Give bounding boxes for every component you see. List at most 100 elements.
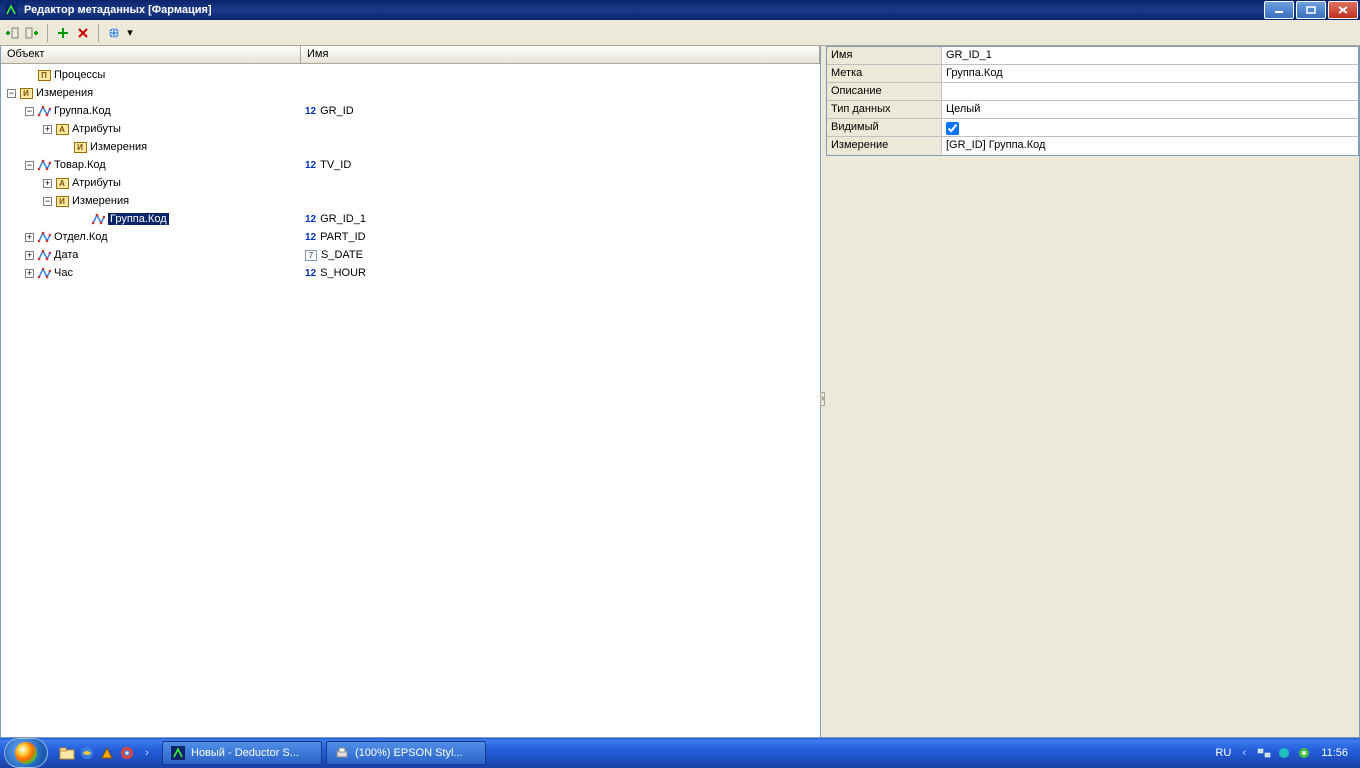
tree-node-label: Атрибуты: [72, 123, 121, 135]
clock[interactable]: 11:56: [1317, 747, 1352, 759]
expand-icon[interactable]: +: [25, 251, 34, 260]
tree-node-label: Час: [54, 267, 73, 279]
prop-val[interactable]: Целый: [942, 101, 1358, 118]
taskbar-task-deductor[interactable]: Новый - Deductor S...: [162, 741, 322, 765]
tree-node-name: S_HOUR: [320, 267, 366, 279]
language-indicator[interactable]: RU: [1215, 747, 1231, 759]
tree-row[interactable]: − Товар.Код 12 TV_ID: [1, 156, 820, 174]
node-icon: [37, 231, 51, 243]
tree-node-label: Измерения: [90, 141, 147, 153]
titlebar: Редактор метаданных [Фармация]: [0, 0, 1360, 20]
app-icon: [4, 3, 18, 17]
tray-expand-icon[interactable]: ‹: [1237, 746, 1251, 760]
prop-key: Видимый: [827, 119, 942, 136]
prop-val[interactable]: [942, 65, 1358, 82]
start-button[interactable]: [4, 738, 48, 768]
splitter[interactable]: [821, 46, 826, 737]
date-type-icon: 7: [305, 250, 317, 261]
tree-row[interactable]: − Группа.Код 12 GR_ID: [1, 102, 820, 120]
triangle-icon[interactable]: [98, 744, 116, 762]
integer-type-icon: 12: [305, 268, 316, 279]
taskbar-task-label: Новый - Deductor S...: [191, 747, 299, 759]
tree-view[interactable]: ППроцессы−ИИзмерения−Группа.Код12GR_ID+А…: [1, 64, 820, 737]
node-icon: А: [55, 177, 69, 189]
tray-app2-icon[interactable]: [1297, 746, 1311, 760]
windows-orb-icon: [15, 742, 37, 764]
prop-visible-checkbox[interactable]: [946, 122, 959, 135]
tree-node-name: GR_ID: [320, 105, 354, 117]
expander-placeholder: [25, 71, 34, 80]
tree-row[interactable]: +Дата7S_DATE: [1, 246, 820, 264]
collapse-icon[interactable]: −: [7, 89, 16, 98]
taskbar-task-label: (100%) EPSON Styl...: [355, 747, 463, 759]
delete-icon[interactable]: [75, 25, 91, 41]
node-icon: И: [19, 87, 33, 99]
close-button[interactable]: [1328, 1, 1358, 19]
integer-type-icon: 12: [305, 106, 316, 117]
tree-node-label: Товар.Код: [54, 159, 106, 171]
tree-row[interactable]: ППроцессы: [1, 66, 820, 84]
tree-node-name: PART_ID: [320, 231, 365, 243]
minimize-button[interactable]: [1264, 1, 1294, 19]
tray-app-icon[interactable]: [1277, 746, 1291, 760]
window-title: Редактор метаданных [Фармация]: [22, 4, 1262, 16]
expand-icon[interactable]: +: [43, 179, 52, 188]
tree-row[interactable]: +ААтрибуты: [1, 174, 820, 192]
tree-node-label: Дата: [54, 249, 78, 261]
toolbar-separator: [98, 24, 99, 42]
prop-val[interactable]: [942, 47, 1358, 64]
prop-name-input[interactable]: [946, 49, 1354, 61]
node-icon: [37, 249, 51, 261]
tree-row[interactable]: + Час 12 S_HOUR: [1, 264, 820, 282]
prop-val[interactable]: [GR_ID] Группа.Код: [942, 137, 1358, 155]
tree-row[interactable]: ИИзмерения: [1, 138, 820, 156]
prop-key: Тип данных: [827, 101, 942, 118]
integer-type-icon: 12: [305, 160, 316, 171]
taskbar-task-epson[interactable]: (100%) EPSON Styl...: [326, 741, 486, 765]
node-icon: [91, 213, 105, 225]
prop-key: Метка: [827, 65, 942, 82]
tree-node-label: Атрибуты: [72, 177, 121, 189]
tree-row[interactable]: +Отдел.Код12PART_ID: [1, 228, 820, 246]
tree-node-label: Измерения: [36, 87, 93, 99]
integer-type-icon: 12: [305, 214, 316, 225]
node-icon: П: [37, 69, 51, 81]
expand-icon[interactable]: +: [25, 269, 34, 278]
prop-key: Измерение: [827, 137, 942, 155]
column-object[interactable]: Объект: [1, 46, 301, 63]
quick-launch: ›: [54, 744, 160, 762]
plus-icon[interactable]: [55, 25, 71, 41]
taskbar: › Новый - Deductor S... (100%) EPSON Sty…: [0, 738, 1360, 768]
expand-icon[interactable]: +: [43, 125, 52, 134]
explorer-icon[interactable]: [58, 744, 76, 762]
collapse-icon[interactable]: −: [43, 197, 52, 206]
prop-desc-input[interactable]: [946, 85, 1354, 97]
tree-row[interactable]: −ИИзмерения: [1, 84, 820, 102]
add-left-icon[interactable]: [4, 25, 20, 41]
quick-launch-more-icon[interactable]: ›: [138, 744, 156, 762]
collapse-icon[interactable]: −: [25, 107, 34, 116]
globe-icon[interactable]: [106, 25, 122, 41]
ie-icon[interactable]: [78, 744, 96, 762]
collapse-icon[interactable]: −: [25, 161, 34, 170]
property-grid: Имя Метка Описание Тип данных Целый Види…: [826, 46, 1359, 156]
tree-node-label: Группа.Код: [54, 105, 111, 117]
prop-row-dimension: Измерение [GR_ID] Группа.Код: [827, 137, 1358, 155]
prop-val[interactable]: [942, 83, 1358, 100]
tree-row[interactable]: +ААтрибуты: [1, 120, 820, 138]
tree-node-name: TV_ID: [320, 159, 351, 171]
tree-row[interactable]: −ИИзмерения: [1, 192, 820, 210]
add-right-icon[interactable]: [24, 25, 40, 41]
dropdown-arrow-icon[interactable]: ▾: [126, 25, 134, 41]
expand-icon[interactable]: +: [25, 233, 34, 242]
network-icon[interactable]: [1257, 746, 1271, 760]
node-icon: И: [73, 141, 87, 153]
maximize-button[interactable]: [1296, 1, 1326, 19]
prop-val[interactable]: [942, 119, 1358, 136]
prop-label-input[interactable]: [946, 67, 1354, 79]
column-name[interactable]: Имя: [301, 46, 820, 63]
tree-row[interactable]: Группа.Код12GR_ID_1: [1, 210, 820, 228]
tree-node-label: Процессы: [54, 69, 105, 81]
node-icon: А: [55, 123, 69, 135]
chrome-icon[interactable]: [118, 744, 136, 762]
